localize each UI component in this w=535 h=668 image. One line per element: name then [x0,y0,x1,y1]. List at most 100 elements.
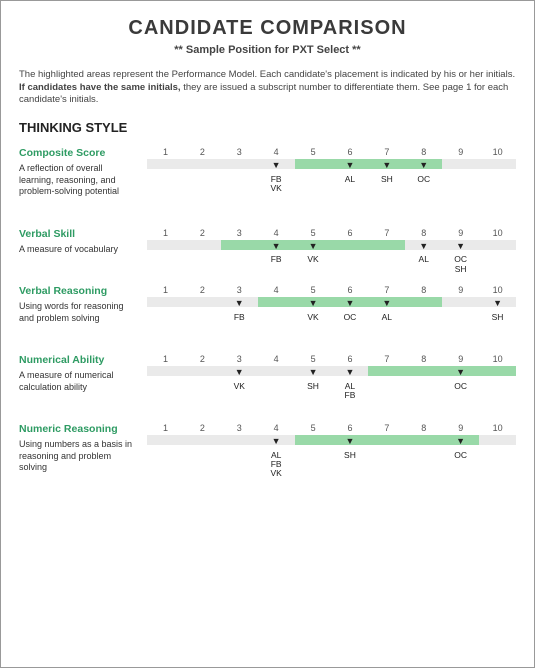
triangle-down-icon: ▼ [454,370,467,375]
candidate-marker: ▼VK [307,307,318,322]
tick: 9 [442,285,479,297]
triangle-down-icon: ▼ [270,439,281,444]
triangle-down-icon: ▼ [271,244,282,249]
triangle-down-icon: ▼ [417,163,430,168]
tick: 1 [147,147,184,159]
candidate-marker: ▼OCSH [454,250,467,274]
tick: 8 [405,228,442,240]
tick: 1 [147,354,184,366]
highlight-range [368,366,516,376]
tick: 3 [221,228,258,240]
tick-labels: 12345678910 [147,147,516,159]
triangle-down-icon: ▼ [234,370,245,375]
tick: 6 [332,147,369,159]
candidate-marker: ▼FBVK [270,169,281,193]
candidate-marker: ▼FB [271,250,282,265]
candidate-marker: ▼OC [344,307,357,322]
candidate-marker: ▼SH [492,307,504,322]
tick: 6 [332,354,369,366]
intro-part-a: The highlighted areas represent the Perf… [19,69,515,80]
tick: 7 [368,285,405,297]
scale-row: Numerical Ability A measure of numerical … [19,354,516,393]
tick: 1 [147,285,184,297]
triangle-down-icon: ▼ [270,163,281,168]
tick: 2 [184,228,221,240]
candidate-marker: ▼AL [382,307,392,322]
scale-row: Verbal Reasoning Using words for reasonin… [19,285,516,324]
candidate-marker: ▼AL [345,169,355,184]
tick: 2 [184,354,221,366]
tick-labels: 12345678910 [147,285,516,297]
tick-labels: 12345678910 [147,423,516,435]
tick: 3 [221,423,258,435]
candidate-marker: ▼OC [454,376,467,391]
tick: 2 [184,147,221,159]
tick: 6 [332,423,369,435]
page-subtitle: ** Sample Position for PXT Select ** [19,43,516,57]
section-heading: THINKING STYLE [19,120,516,137]
tick: 8 [405,423,442,435]
candidate-marker: ▼OC [417,169,430,184]
tick: 8 [405,147,442,159]
candidate-marker: ▼FB [234,307,245,322]
candidate-initials: SH [307,382,319,391]
candidate-initials: SH [381,175,393,184]
triangle-down-icon: ▼ [492,301,504,306]
triangle-down-icon: ▼ [307,301,318,306]
triangle-down-icon: ▼ [382,301,392,306]
row-desc: A reflection of overall learning, reason… [19,163,137,198]
candidate-initials: SH [454,265,467,274]
tick: 10 [479,147,516,159]
tick: 10 [479,228,516,240]
candidate-initials: AL [382,313,392,322]
candidate-initials: VK [307,255,318,264]
candidate-marker: ▼SH [307,376,319,391]
row-desc: Using words for reasoning and problem so… [19,301,137,324]
intro-bold: If candidates have the same initials, [19,82,181,93]
candidate-marker: ▼ALFBVK [270,445,281,478]
candidate-initials: SH [344,451,356,460]
tick: 5 [295,285,332,297]
tick: 9 [442,354,479,366]
row-desc: Using numbers as a basis in reasoning an… [19,439,137,474]
candidate-marker: ▼ALFB [345,376,356,400]
tick: 8 [405,285,442,297]
tick: 3 [221,354,258,366]
candidate-initials: SH [492,313,504,322]
row-name: Verbal Reasoning [19,285,137,299]
triangle-down-icon: ▼ [344,439,356,444]
scale-row: Composite Score A reflection of overall l… [19,147,516,198]
tick: 3 [221,147,258,159]
tick: 6 [332,285,369,297]
tick: 1 [147,228,184,240]
row-desc: A measure of numerical calculation abili… [19,370,137,393]
candidate-initials: OC [454,382,467,391]
scale-bar [147,159,516,169]
tick: 10 [479,285,516,297]
tick: 7 [368,423,405,435]
row-name: Verbal Skill [19,228,137,242]
page-title: CANDIDATE COMPARISON [19,15,516,41]
tick: 5 [295,147,332,159]
row-name: Numerical Ability [19,354,137,368]
candidate-initials: VK [307,313,318,322]
tick: 5 [295,354,332,366]
tick: 4 [258,147,295,159]
tick: 4 [258,354,295,366]
row-name: Composite Score [19,147,137,161]
tick: 4 [258,285,295,297]
triangle-down-icon: ▼ [344,301,357,306]
tick: 6 [332,228,369,240]
tick: 8 [405,354,442,366]
candidate-initials: FB [345,391,356,400]
tick-labels: 12345678910 [147,354,516,366]
row-name: Numeric Reasoning [19,423,137,437]
triangle-down-icon: ▼ [307,370,319,375]
tick: 3 [221,285,258,297]
tick: 2 [184,285,221,297]
triangle-down-icon: ▼ [454,244,467,249]
triangle-down-icon: ▼ [454,439,467,444]
scale-row: Numeric Reasoning Using numbers as a basi… [19,423,516,474]
candidate-marker: ▼SH [344,445,356,460]
tick: 7 [368,228,405,240]
